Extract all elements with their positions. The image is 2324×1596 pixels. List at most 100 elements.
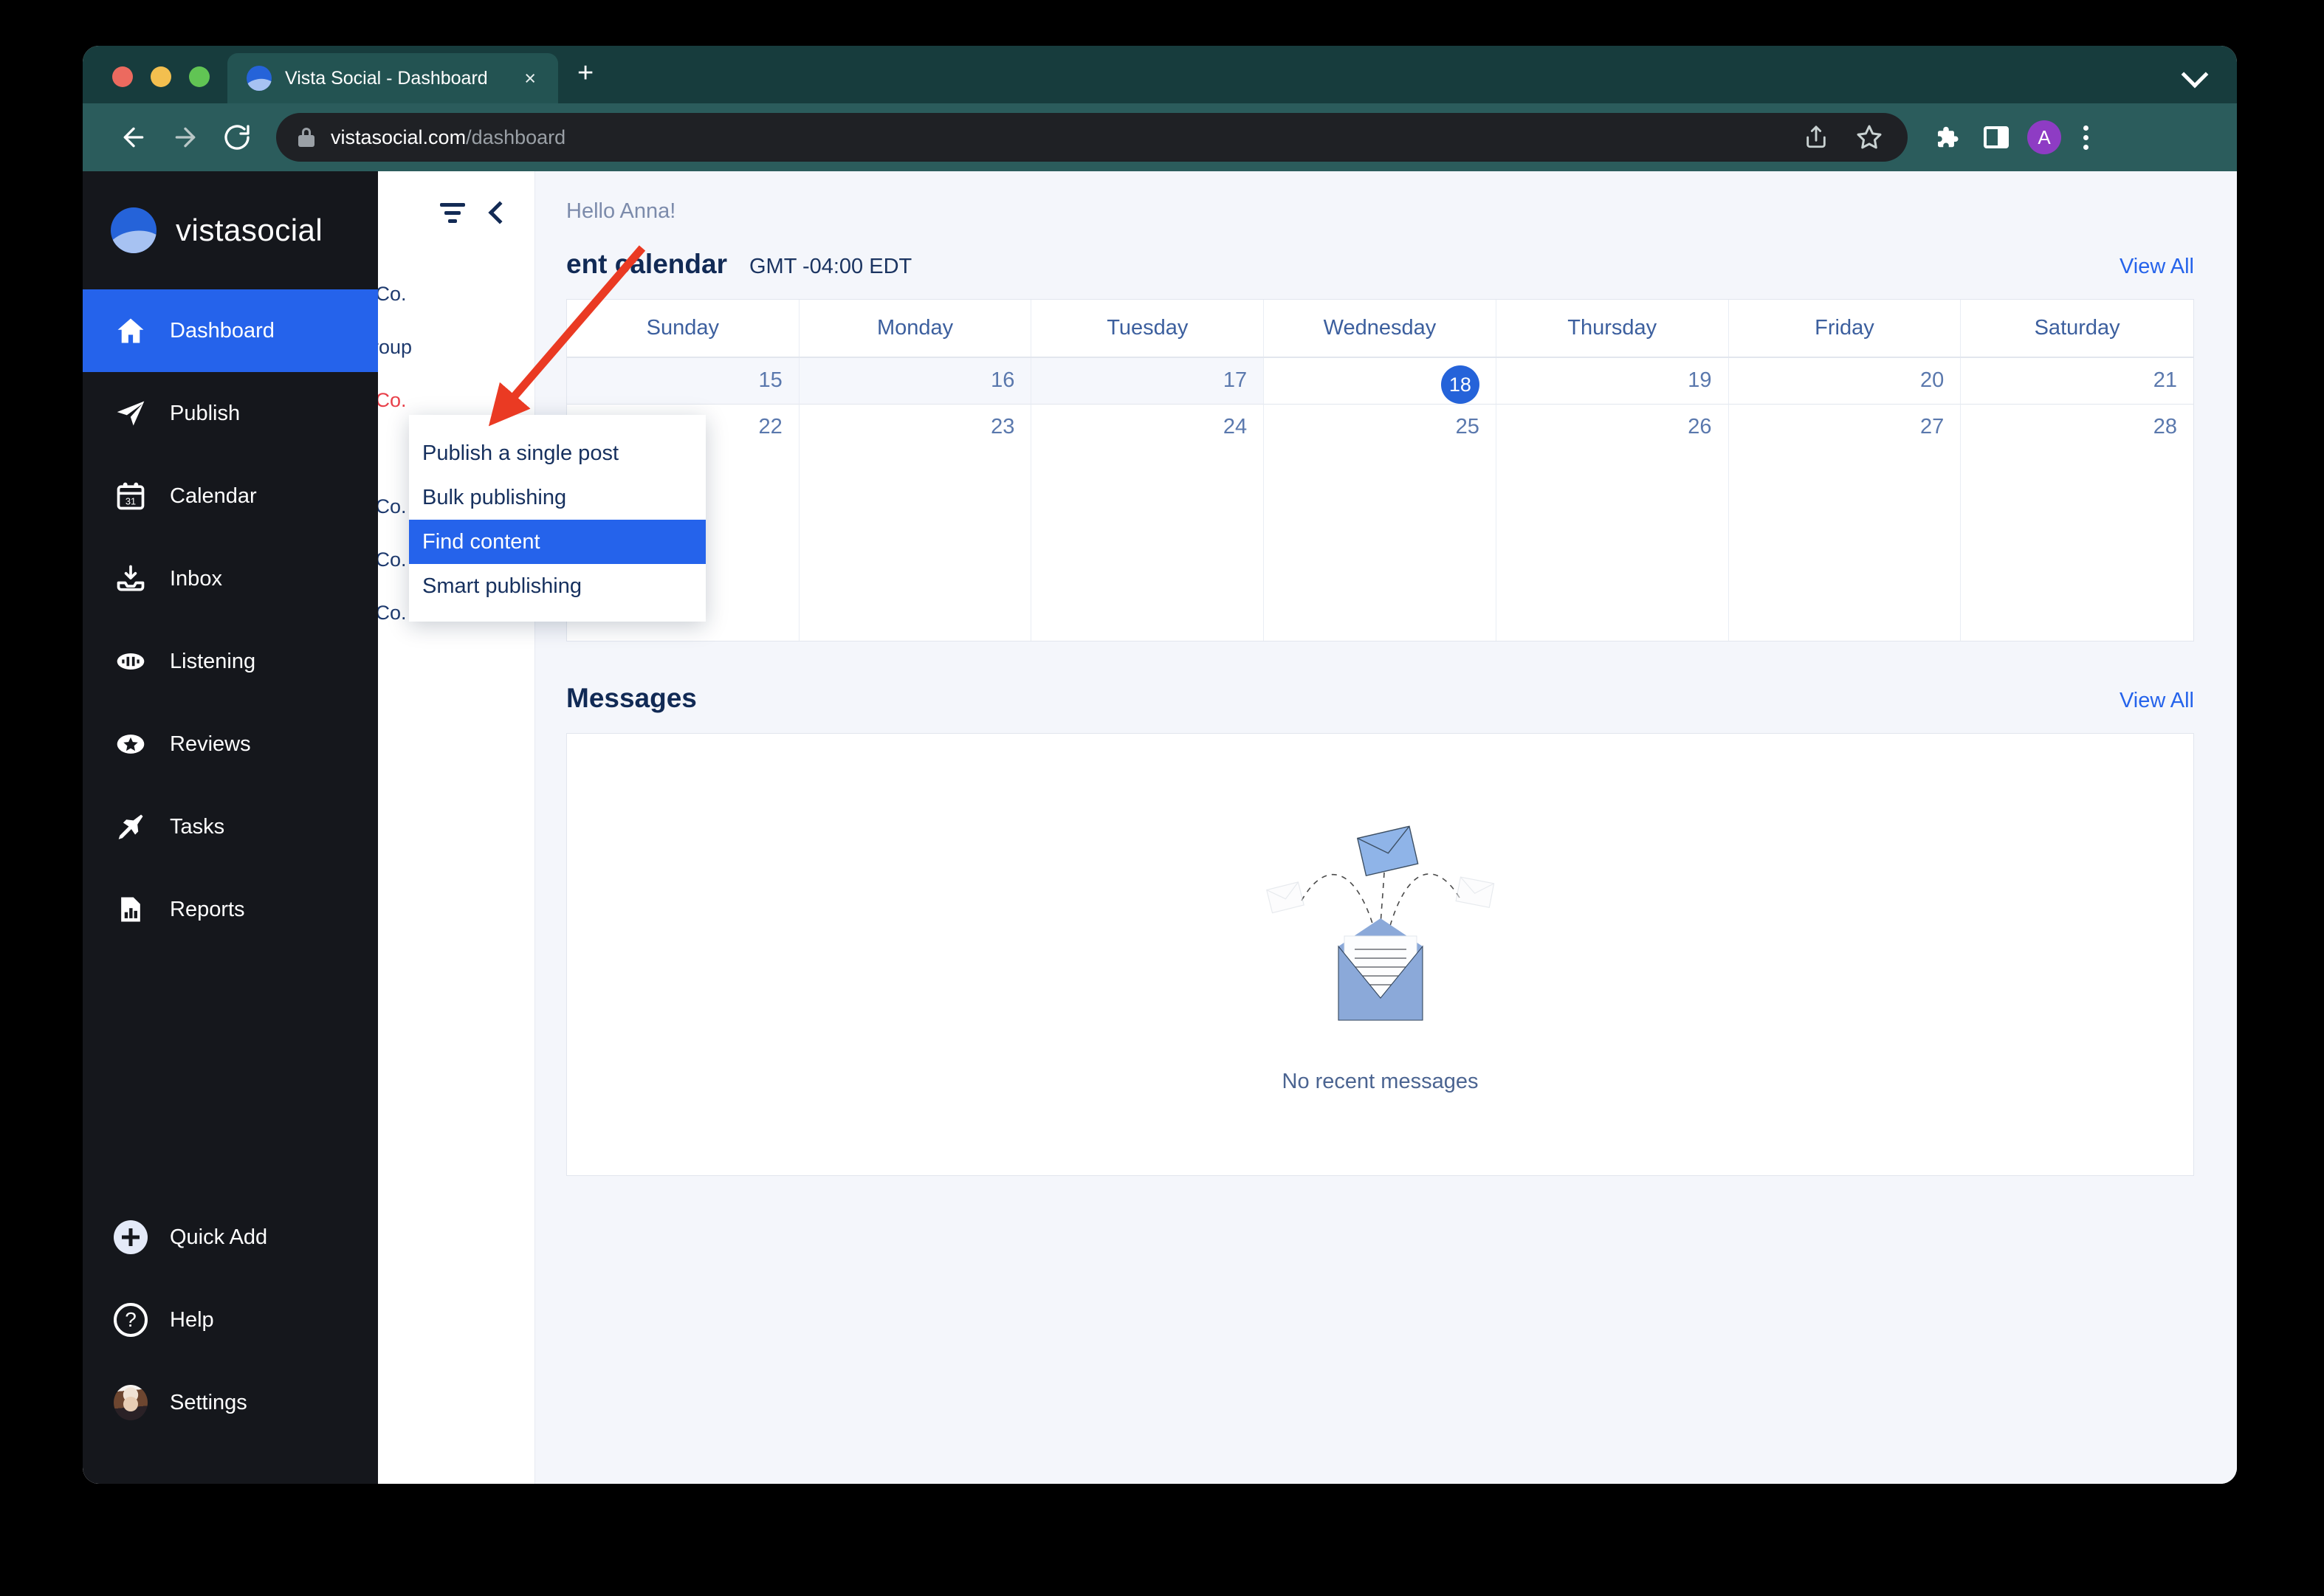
star-icon[interactable] — [1850, 118, 1888, 156]
sidebar-item-label: Help — [170, 1307, 214, 1332]
profile-avatar[interactable]: A — [2027, 120, 2061, 154]
home-icon — [114, 314, 148, 348]
calendar-day-cell[interactable]: 23 — [799, 405, 1032, 641]
messages-view-all-link[interactable]: View All — [2120, 689, 2194, 713]
address-bar[interactable]: vistasocial.com/dashboard — [276, 113, 1908, 162]
sidebar-item-publish[interactable]: Publish — [83, 372, 378, 455]
pushpin-icon — [114, 810, 148, 844]
paper-plane-icon — [114, 396, 148, 430]
calendar-day-cell[interactable]: 21 — [1961, 358, 2193, 405]
sidebar-item-settings[interactable]: Settings — [83, 1361, 378, 1444]
list-item[interactable]: sco — [332, 639, 534, 692]
sidebar-item-listening[interactable]: Listening — [83, 620, 378, 703]
address-bar-url: vistasocial.com/dashboard — [331, 126, 565, 149]
account-panel-header — [378, 171, 534, 254]
browser-window: Vista Social - Dashboard × + vistasocial… — [83, 46, 2237, 1484]
day-number: 23 — [991, 415, 1015, 438]
day-number: 15 — [758, 368, 783, 392]
close-window-button[interactable] — [112, 66, 133, 87]
menu-item-publish-single-post[interactable]: Publish a single post — [409, 431, 706, 475]
inbox-tray-icon — [114, 562, 148, 596]
day-number: 19 — [1688, 368, 1712, 392]
list-item[interactable]: lls Group — [332, 320, 534, 374]
sidebar-item-label: Settings — [170, 1390, 247, 1414]
calendar-view-all-link[interactable]: View All — [2120, 255, 2194, 279]
day-number: 16 — [991, 368, 1015, 392]
puzzle-icon[interactable] — [1927, 118, 1965, 156]
weekday-label: Sunday — [567, 300, 800, 357]
weekday-label: Tuesday — [1031, 300, 1265, 357]
calendar-day-cell[interactable]: 20 — [1728, 358, 1962, 405]
brand[interactable]: vistasocial — [83, 171, 378, 289]
day-number: 24 — [1223, 415, 1248, 438]
calendar-day-cell[interactable]: 25 — [1264, 405, 1496, 641]
day-number: 17 — [1223, 368, 1248, 392]
list-item[interactable]: ghes — [332, 746, 534, 799]
close-icon[interactable]: × — [515, 64, 545, 93]
forward-arrow-icon[interactable] — [159, 111, 211, 163]
sidebar-item-reviews[interactable]: Reviews — [83, 703, 378, 785]
warning-triangle-icon — [493, 389, 518, 411]
star-badge-icon — [114, 727, 148, 761]
reload-icon[interactable] — [211, 111, 263, 163]
list-item[interactable]: sco — [332, 692, 534, 746]
greeting-text: Hello Anna! — [566, 199, 676, 223]
day-number: 27 — [1920, 415, 1945, 438]
kebab-menu-icon[interactable] — [2073, 120, 2098, 154]
calendar-day-cell[interactable]: 26 — [1496, 405, 1729, 641]
app-sidebar: vistasocial Dashboard Publish 31 Calenda… — [83, 171, 378, 1484]
window-traffic-lights — [83, 66, 210, 103]
share-icon[interactable] — [1797, 118, 1835, 156]
tabstrip-right — [2181, 61, 2237, 103]
calendar-day-cell[interactable]: 19 — [1496, 358, 1729, 405]
back-arrow-icon[interactable] — [108, 111, 159, 163]
app-viewport: vistasocial Dashboard Publish 31 Calenda… — [83, 171, 2237, 1484]
sidebar-item-label: Tasks — [170, 814, 225, 839]
browser-tab[interactable]: Vista Social - Dashboard × — [227, 53, 558, 103]
sidebar-item-label: Inbox — [170, 566, 222, 591]
bar-chart-icon — [114, 892, 148, 926]
side-panel-icon[interactable] — [1977, 118, 2015, 156]
lock-icon — [298, 128, 314, 147]
minimize-window-button[interactable] — [151, 66, 171, 87]
calendar-day-cell[interactable]: 27 — [1728, 405, 1962, 641]
messages-title: Messages — [566, 683, 697, 713]
day-number: 22 — [758, 415, 783, 438]
menu-item-bulk-publishing[interactable]: Bulk publishing — [409, 475, 706, 520]
menu-item-find-content[interactable]: Find content — [409, 520, 706, 564]
chevron-down-icon[interactable] — [2181, 61, 2209, 89]
sidebar-item-calendar[interactable]: 31 Calendar — [83, 455, 378, 537]
calendar-day-cell[interactable]: 15 — [567, 358, 800, 405]
filter-icon[interactable] — [439, 200, 467, 225]
envelopes-empty-state-icon — [1244, 815, 1517, 1062]
calendar-day-cell[interactable]: 28 — [1961, 405, 2193, 641]
menu-item-smart-publishing[interactable]: Smart publishing — [409, 564, 706, 608]
publish-dropdown-menu: Publish a single post Bulk publishing Fi… — [409, 415, 706, 622]
omnibox-actions — [1797, 118, 1888, 156]
calendar-day-cell[interactable]: 17 — [1031, 358, 1265, 405]
calendar-31-icon: 31 — [114, 479, 148, 513]
sidebar-item-tasks[interactable]: Tasks — [83, 785, 378, 868]
sidebar-item-help[interactable]: ? Help — [83, 1279, 378, 1361]
calendar-day-cell-today[interactable]: 18 — [1264, 358, 1496, 405]
weekday-label: Monday — [800, 300, 1032, 357]
sidebar-item-label: Publish — [170, 401, 241, 425]
sidebar-item-label: Calendar — [170, 484, 257, 508]
sidebar-item-inbox[interactable]: Inbox — [83, 537, 378, 620]
sidebar-item-label: Reviews — [170, 732, 251, 756]
calendar-day-cell[interactable]: 16 — [799, 358, 1032, 405]
calendar-day-cell[interactable]: 24 — [1031, 405, 1265, 641]
sidebar-item-reports[interactable]: Reports — [83, 868, 378, 951]
empty-state-caption: No recent messages — [1282, 1070, 1479, 1093]
main-content: Hello Anna! ent calendar GMT -04:00 EDT … — [535, 171, 2237, 1484]
url-path: /dashboard — [466, 125, 566, 148]
list-item[interactable]: lls & Co. — [332, 267, 534, 320]
user-avatar-icon — [114, 1385, 148, 1420]
sidebar-item-dashboard[interactable]: Dashboard — [83, 289, 378, 372]
new-tab-button[interactable]: + — [558, 59, 594, 103]
sidebar-item-quick-add[interactable]: Quick Add — [83, 1196, 378, 1279]
browser-tabstrip: Vista Social - Dashboard × + — [83, 46, 2237, 103]
maximize-window-button[interactable] — [189, 66, 210, 87]
messages-section-header: Messages View All — [556, 642, 2204, 733]
chevron-left-icon[interactable] — [488, 201, 512, 224]
